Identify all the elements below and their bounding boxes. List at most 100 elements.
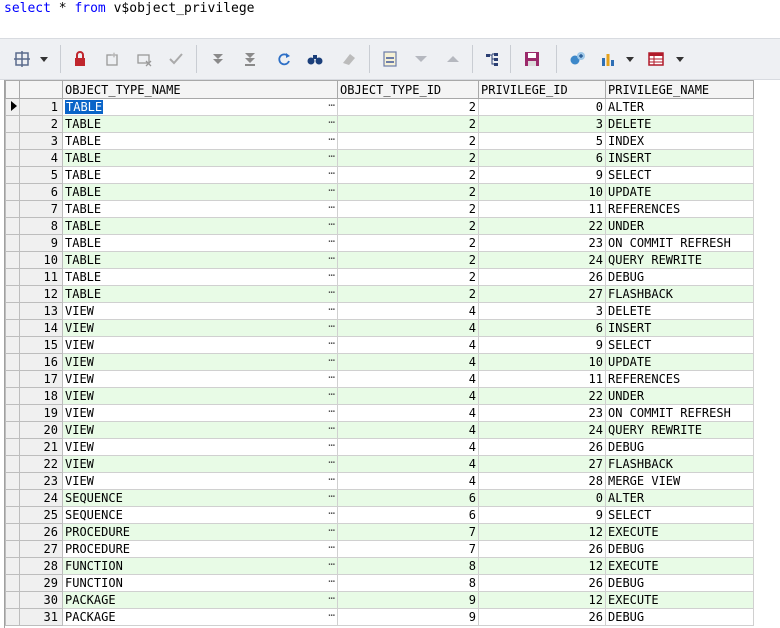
filter-down-icon[interactable] — [409, 47, 433, 71]
filter-up-icon[interactable] — [441, 47, 465, 71]
cell-privilege-name[interactable]: DELETE — [605, 115, 754, 133]
table-row[interactable]: 7 TABLE … 2 11 REFERENCES — [5, 200, 754, 218]
cell-object-type-name[interactable]: VIEW… — [62, 421, 338, 439]
cell-object-type-id[interactable]: 6 — [337, 506, 479, 524]
table-row[interactable]: 5 TABLE … 2 9 SELECT — [5, 166, 754, 184]
cell-object-type-name[interactable]: PACKAGE… — [62, 591, 338, 609]
cell-object-type-id[interactable]: 2 — [337, 115, 479, 133]
table-row[interactable]: 26 PROCEDURE … 7 12 EXECUTE — [5, 523, 754, 541]
cell-object-type-name[interactable]: TABLE… — [62, 285, 338, 303]
cell-object-type-id[interactable]: 7 — [337, 540, 479, 558]
save-icon[interactable] — [520, 47, 544, 71]
cell-privilege-name[interactable]: SELECT — [605, 336, 754, 354]
table-row[interactable]: 8 TABLE… 2 22 UNDER — [5, 217, 754, 235]
cell-object-type-id[interactable]: 4 — [337, 353, 479, 371]
cell-object-type-id[interactable]: 4 — [337, 438, 479, 456]
table-row[interactable]: 9 TABLE … 2 23 ON COMMIT REFRESH — [5, 234, 754, 252]
cell-object-type-id[interactable]: 2 — [337, 200, 479, 218]
cell-object-type-name[interactable]: VIEW… — [62, 387, 338, 405]
cell-object-type-name[interactable]: TABLE… — [62, 183, 338, 201]
cell-editor-ellipsis-button[interactable]: … — [328, 304, 335, 316]
cell-object-type-name[interactable]: VIEW… — [62, 370, 338, 388]
first-record-icon[interactable] — [206, 47, 230, 71]
cell-privilege-id[interactable]: 23 — [478, 234, 606, 252]
cell-object-type-id[interactable]: 4 — [337, 472, 479, 490]
cell-privilege-name[interactable]: QUERY REWRITE — [605, 421, 754, 439]
cell-privilege-id[interactable]: 9 — [478, 506, 606, 524]
cell-object-type-name[interactable]: TABLE… — [62, 200, 338, 218]
dropdown-arrow-icon[interactable] — [32, 47, 56, 71]
cell-editor-ellipsis-button[interactable]: … — [328, 508, 335, 520]
cell-object-type-id[interactable]: 4 — [337, 302, 479, 320]
find-icon[interactable] — [303, 47, 327, 71]
grid-options-icon[interactable] — [10, 47, 34, 71]
cell-privilege-id[interactable]: 5 — [478, 132, 606, 150]
table-row[interactable]: 23 VIEW … 4 28 MERGE VIEW — [5, 472, 754, 490]
cell-object-type-name[interactable]: VIEW… — [62, 404, 338, 422]
cell-privilege-id[interactable]: 3 — [478, 115, 606, 133]
cell-editor-ellipsis-button[interactable]: … — [328, 525, 335, 537]
cell-privilege-id[interactable]: 27 — [478, 455, 606, 473]
cell-object-type-id[interactable]: 6 — [337, 489, 479, 507]
cell-privilege-name[interactable]: UPDATE — [605, 183, 754, 201]
last-record-icon[interactable] — [238, 47, 262, 71]
cell-editor-ellipsis-button[interactable]: … — [328, 423, 335, 435]
cell-editor-ellipsis-button[interactable]: … — [328, 338, 335, 350]
table-row[interactable]: 14 VIEW … 4 6 INSERT — [5, 319, 754, 337]
cell-object-type-name[interactable]: TABLE… — [62, 115, 338, 133]
cell-editor-ellipsis-button[interactable]: … — [328, 134, 335, 146]
cell-privilege-id[interactable]: 0 — [478, 98, 606, 116]
cell-object-type-name[interactable]: SEQUENCE… — [62, 506, 338, 524]
cell-editor-ellipsis-button[interactable]: … — [328, 100, 335, 112]
cell-privilege-id[interactable]: 12 — [478, 591, 606, 609]
table-row[interactable]: 15 VIEW … 4 9 SELECT — [5, 336, 754, 354]
cell-object-type-id[interactable]: 4 — [337, 319, 479, 337]
table-row[interactable]: 31 PACKAGE … 9 26 DEBUG — [5, 608, 754, 626]
column-header-privilege-name[interactable]: PRIVILEGE_NAME — [605, 80, 754, 99]
cell-editor-ellipsis-button[interactable]: … — [328, 389, 335, 401]
cell-object-type-id[interactable]: 2 — [337, 268, 479, 286]
cell-object-type-name[interactable]: VIEW… — [62, 353, 338, 371]
cell-privilege-id[interactable]: 12 — [478, 523, 606, 541]
cell-privilege-name[interactable]: EXECUTE — [605, 591, 754, 609]
cell-object-type-name[interactable]: VIEW… — [62, 302, 338, 320]
cell-editor-ellipsis-button[interactable]: … — [328, 151, 335, 163]
cell-object-type-name[interactable]: TABLE… — [62, 149, 338, 167]
cell-object-type-name[interactable]: VIEW… — [62, 438, 338, 456]
cell-object-type-id[interactable]: 9 — [337, 608, 479, 626]
table-row[interactable]: 2 TABLE… 2 3 DELETE — [5, 115, 754, 133]
sql-query[interactable]: select * from v$object_privilege — [4, 0, 254, 18]
cell-object-type-name[interactable]: TABLE… — [62, 132, 338, 150]
cell-privilege-id[interactable]: 26 — [478, 268, 606, 286]
cell-object-type-name[interactable]: FUNCTION… — [62, 557, 338, 575]
cell-editor-ellipsis-button[interactable]: … — [328, 253, 335, 265]
cell-object-type-id[interactable]: 9 — [337, 591, 479, 609]
cell-editor-ellipsis-button[interactable]: … — [328, 270, 335, 282]
cell-object-type-name[interactable]: PACKAGE… — [62, 608, 338, 626]
cell-privilege-id[interactable]: 28 — [478, 472, 606, 490]
cell-privilege-name[interactable]: INSERT — [605, 149, 754, 167]
cell-privilege-name[interactable]: DEBUG — [605, 540, 754, 558]
refresh-icon[interactable] — [272, 47, 296, 71]
cell-editor-ellipsis-button[interactable]: … — [328, 542, 335, 554]
cell-object-type-name[interactable]: VIEW… — [62, 336, 338, 354]
cell-privilege-name[interactable]: ALTER — [605, 489, 754, 507]
post-edit-icon[interactable] — [164, 47, 188, 71]
cell-privilege-name[interactable]: UNDER — [605, 217, 754, 235]
cell-object-type-id[interactable]: 4 — [337, 455, 479, 473]
table-row[interactable]: 10 TABLE … 2 24 QUERY REWRITE — [5, 251, 754, 269]
cell-editor-ellipsis-button[interactable]: … — [328, 287, 335, 299]
table-row[interactable]: 20 VIEW … 4 24 QUERY REWRITE — [5, 421, 754, 439]
cell-object-type-name[interactable]: PROCEDURE… — [62, 540, 338, 558]
cell-object-type-id[interactable]: 8 — [337, 574, 479, 592]
cell-privilege-name[interactable]: DEBUG — [605, 438, 754, 456]
cell-privilege-name[interactable]: INSERT — [605, 319, 754, 337]
cell-privilege-name[interactable]: SELECT — [605, 506, 754, 524]
cell-privilege-name[interactable]: SELECT — [605, 166, 754, 184]
cell-privilege-name[interactable]: MERGE VIEW — [605, 472, 754, 490]
clear-icon[interactable] — [337, 47, 361, 71]
cell-privilege-name[interactable]: FLASHBACK — [605, 455, 754, 473]
table-row[interactable]: 4 TABLE … 2 6 INSERT — [5, 149, 754, 167]
cell-privilege-id[interactable]: 22 — [478, 217, 606, 235]
cell-editor-ellipsis-button[interactable]: … — [328, 202, 335, 214]
